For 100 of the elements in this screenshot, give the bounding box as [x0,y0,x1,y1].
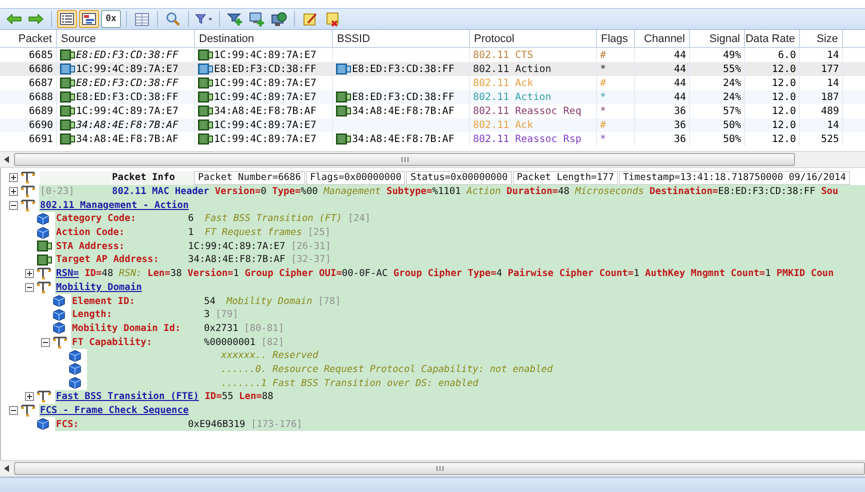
globe-computer-icon[interactable] [271,12,287,26]
expand-icon[interactable] [8,173,18,182]
table-cell: 6688 [28,92,53,102]
mac-address: 34:A8:4E:F8:7B:AF [352,134,454,144]
section-link[interactable]: Mobility Domain [56,282,142,293]
column-header[interactable]: Signal [690,30,745,47]
table-cell: 44 [674,64,686,74]
table-cell: 24% [722,78,741,88]
byte-range: [79] [215,309,238,320]
list-view-icon[interactable] [60,13,74,25]
filter-icon[interactable] [195,12,213,26]
network-add-icon[interactable] [227,12,243,26]
mac-address: 1C:99:4C:89:7A:E7 [214,120,316,130]
table-cell: 36 [674,120,686,130]
note-edit-icon[interactable] [302,12,318,26]
field-name: FCS: [56,418,80,430]
table-row[interactable]: 6690 34:A8:4E:F8:7B:AF 1C:99:4C:89:7A:E7 802.11 Ack # 36 50% 12.0 14 [0,118,865,132]
mac-address: E8:ED:F3:CD:38:FF [76,76,178,90]
field-description: Fast BSS Transition (FT) [204,213,342,224]
search-icon[interactable] [166,12,180,26]
horizontal-scrollbar[interactable] [0,460,865,477]
detail-field: ID=48 [84,268,114,280]
section-link[interactable]: Fast BSS Transition (FTE) [56,391,199,402]
mac-address: 1C:99:4C:89:7A:E7 [214,92,316,102]
computer-add-icon[interactable] [249,12,265,26]
network-card-icon [60,49,75,61]
table-cell: 36 [674,134,686,144]
column-header[interactable]: Channel [635,30,690,47]
table-cell: 187 [820,92,839,102]
tree-node-icon [21,404,35,418]
network-card-icon [60,91,75,103]
field-value: 0xE946B319 [188,418,246,430]
tree-node-icon [21,171,35,184]
expand-icon[interactable] [24,392,34,402]
mac-address: 34:A8:4E:F8:7B:AF [352,106,454,116]
mac-address: 1C:99:4C:89:7A:E7 [76,64,178,74]
detail-field: Microseconds [575,186,644,198]
field-value: 6 [188,213,194,224]
expand-icon[interactable] [8,187,18,196]
network-card-icon [198,91,213,103]
protocol-cell: 802.11 Action [473,64,552,74]
column-header[interactable]: Destination [195,30,333,47]
byte-range: [0-23] [40,186,74,198]
section-link[interactable]: FCS - Frame Check Sequence [40,405,189,416]
table-cell: 525 [820,134,839,144]
column-header[interactable]: Data Rate [745,30,800,47]
mac-address: 1C:99:4C:89:7A:E7 [76,106,178,116]
grip-icon [436,466,444,471]
protocol-cell: 802.11 Ack [473,120,534,130]
back-arrow-icon[interactable] [6,14,22,24]
network-card-icon [198,77,213,89]
scroll-left-icon[interactable] [4,465,8,472]
table-row[interactable]: 6686 1C:99:4C:89:7A:E7 E8:ED:F3:CD:38:FF E8:ED:F3:CD:38:FF 802.11 Action * 44 55% 12.0 177 [0,62,865,76]
collapse-icon[interactable] [8,200,18,210]
detail-field: Version=1 [188,268,239,280]
section-title[interactable]: 802.11 MAC Header [112,186,210,198]
expand-icon[interactable] [24,269,34,278]
mac-address: 1C:99:4C:89:7A:E7 [214,50,316,60]
column-header[interactable]: Size [800,30,843,47]
byte-range: [78] [318,296,341,307]
table-row[interactable]: 6688 E8:ED:F3:CD:38:FF 1C:99:4C:89:7A:E7 E8:ED:F3:CD:38:FF 802.11 Action * 44 24% 12.0 187 [0,90,865,104]
collapse-icon[interactable] [24,282,34,292]
network-card-icon [60,63,75,75]
flags-cell: # [600,78,606,88]
tree-node-icon [37,280,51,294]
table-cell: 12.0 [772,64,796,74]
field-name: STA Address: [56,240,126,252]
table-cell: 177 [820,64,839,74]
column-header[interactable]: Source [57,30,195,47]
hex-view-button[interactable]: 0x [101,10,121,28]
table-cell: 6689 [28,106,53,116]
bit-description: .......1 Fast BSS Transition over DS: enabled [220,378,478,389]
collapse-icon[interactable] [8,406,18,416]
network-card-icon [198,133,213,145]
table-row[interactable]: 6691 34:A8:4E:F8:7B:AF 1C:99:4C:89:7A:E7 34:A8:4E:F8:7B:AF 802.11 Reassoc Rsp * 36 50% 12.0 525 [0,132,865,146]
scroll-left-icon[interactable] [4,156,8,163]
field-value: 1C:99:4C:89:7A:E7 [188,240,286,252]
grid-icon[interactable] [135,12,149,26]
tree-node-icon [53,336,67,349]
field-name: Length: [72,309,114,320]
column-header[interactable]: Protocol [470,30,597,47]
column-header[interactable]: Packet [0,30,57,47]
flags-cell: * [600,64,606,74]
cube-icon [53,308,65,321]
forward-arrow-icon[interactable] [28,14,44,24]
network-card-icon [336,91,351,103]
detail-field: Len=88 [239,391,274,402]
note-delete-icon[interactable] [324,12,340,26]
decode-view-icon[interactable] [82,13,96,25]
section-link[interactable]: 802.11 Management - Action [40,200,189,211]
network-card-icon [336,133,351,145]
table-cell: 12.0 [772,92,796,102]
detail-field: Management [324,186,381,198]
column-header[interactable]: Flags [597,30,635,47]
table-cell: 12.0 [772,120,796,130]
section-link[interactable]: RSN= [56,268,79,280]
collapse-icon[interactable] [40,338,50,347]
horizontal-scrollbar[interactable] [0,151,865,168]
network-card-icon [37,254,52,266]
column-header[interactable]: BSSID [333,30,470,47]
